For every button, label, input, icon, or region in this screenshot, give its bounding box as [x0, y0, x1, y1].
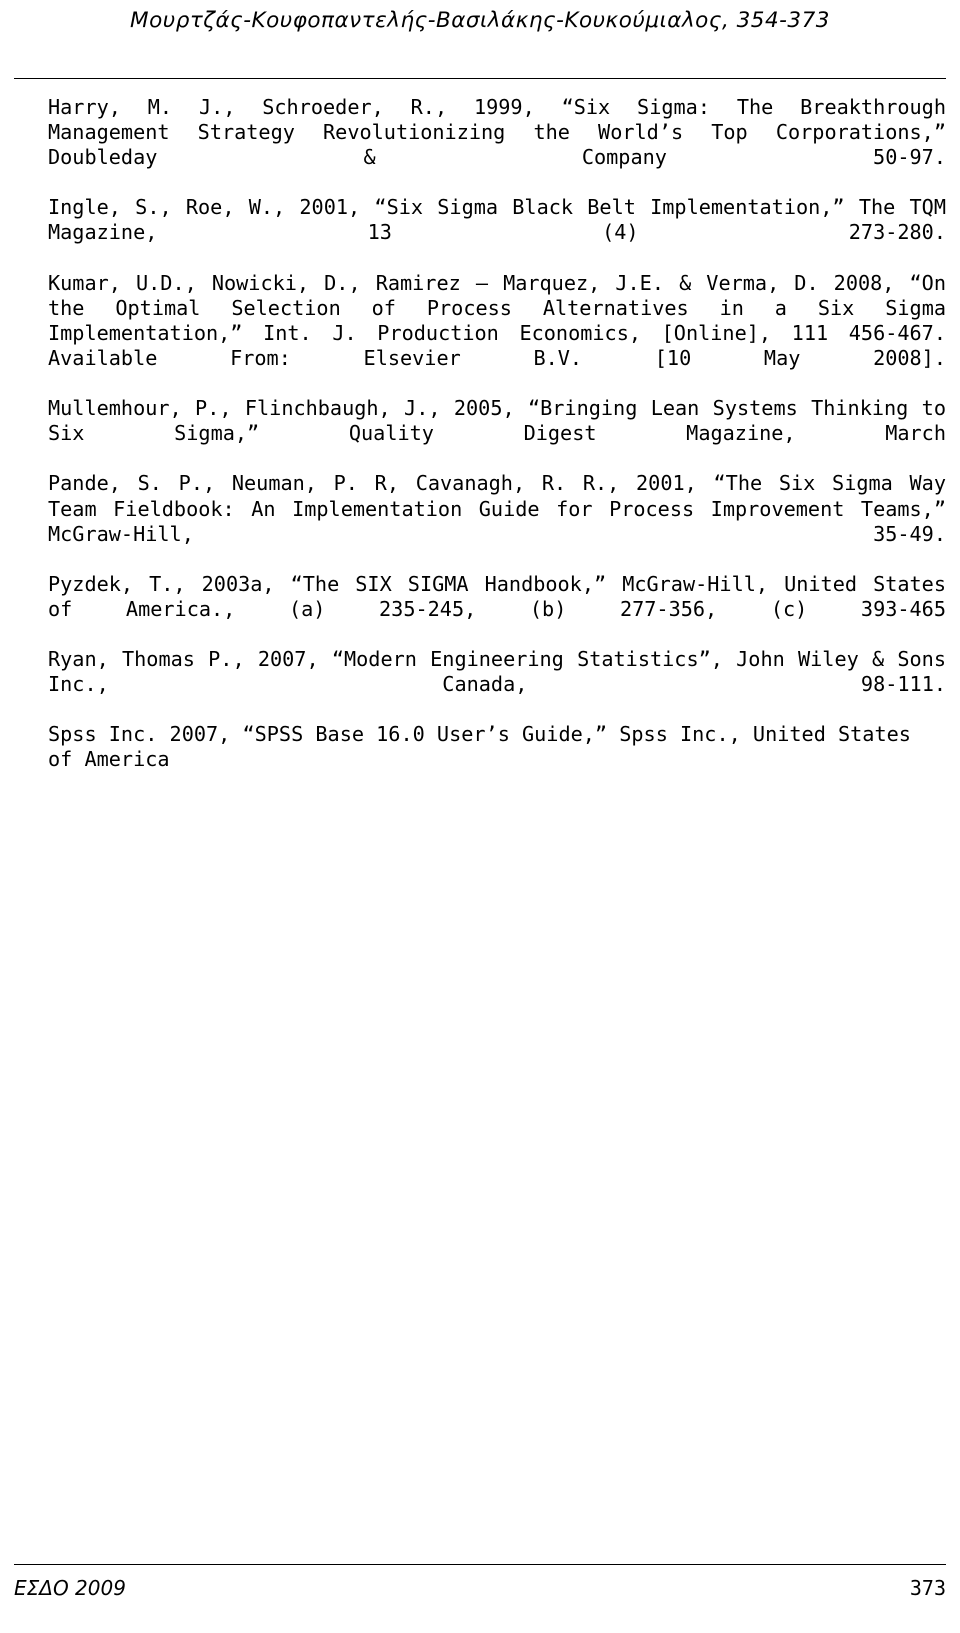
- reference-entry: Pande, S. P., Neuman, P. R, Cavanagh, R.…: [48, 471, 946, 546]
- reference-entry: Pyzdek, T., 2003a, “The SIX SIGMA Handbo…: [48, 571, 946, 621]
- reference-entry: Harry, M. J., Schroeder, R., 1999, “Six …: [48, 95, 946, 170]
- footer-journal: ΕΣΔΟ 2009: [14, 1576, 126, 1600]
- reference-entry: Kumar, U.D., Nowicki, D., Ramirez – Marq…: [48, 270, 946, 370]
- header-divider: [14, 78, 946, 79]
- page-footer: ΕΣΔΟ 2009 373: [14, 1576, 946, 1600]
- footer-divider: [14, 1564, 946, 1565]
- reference-entry: Ryan, Thomas P., 2007, “Modern Engineeri…: [48, 647, 946, 697]
- document-page: Μουρτζάς-Κουφοπαντελής-Βασιλάκης-Κουκούμ…: [0, 0, 960, 1633]
- running-head: Μουρτζάς-Κουφοπαντελής-Βασιλάκης-Κουκούμ…: [130, 8, 830, 33]
- reference-entry: Ingle, S., Roe, W., 2001, “Six Sigma Bla…: [48, 195, 946, 245]
- reference-entry: Spss Inc. 2007, “SPSS Base 16.0 User’s G…: [48, 722, 911, 772]
- references-list: Harry, M. J., Schroeder, R., 1999, “Six …: [14, 95, 946, 773]
- reference-entry: Mullemhour, P., Flinchbaugh, J., 2005, “…: [48, 396, 946, 446]
- footer-page-number: 373: [909, 1576, 946, 1600]
